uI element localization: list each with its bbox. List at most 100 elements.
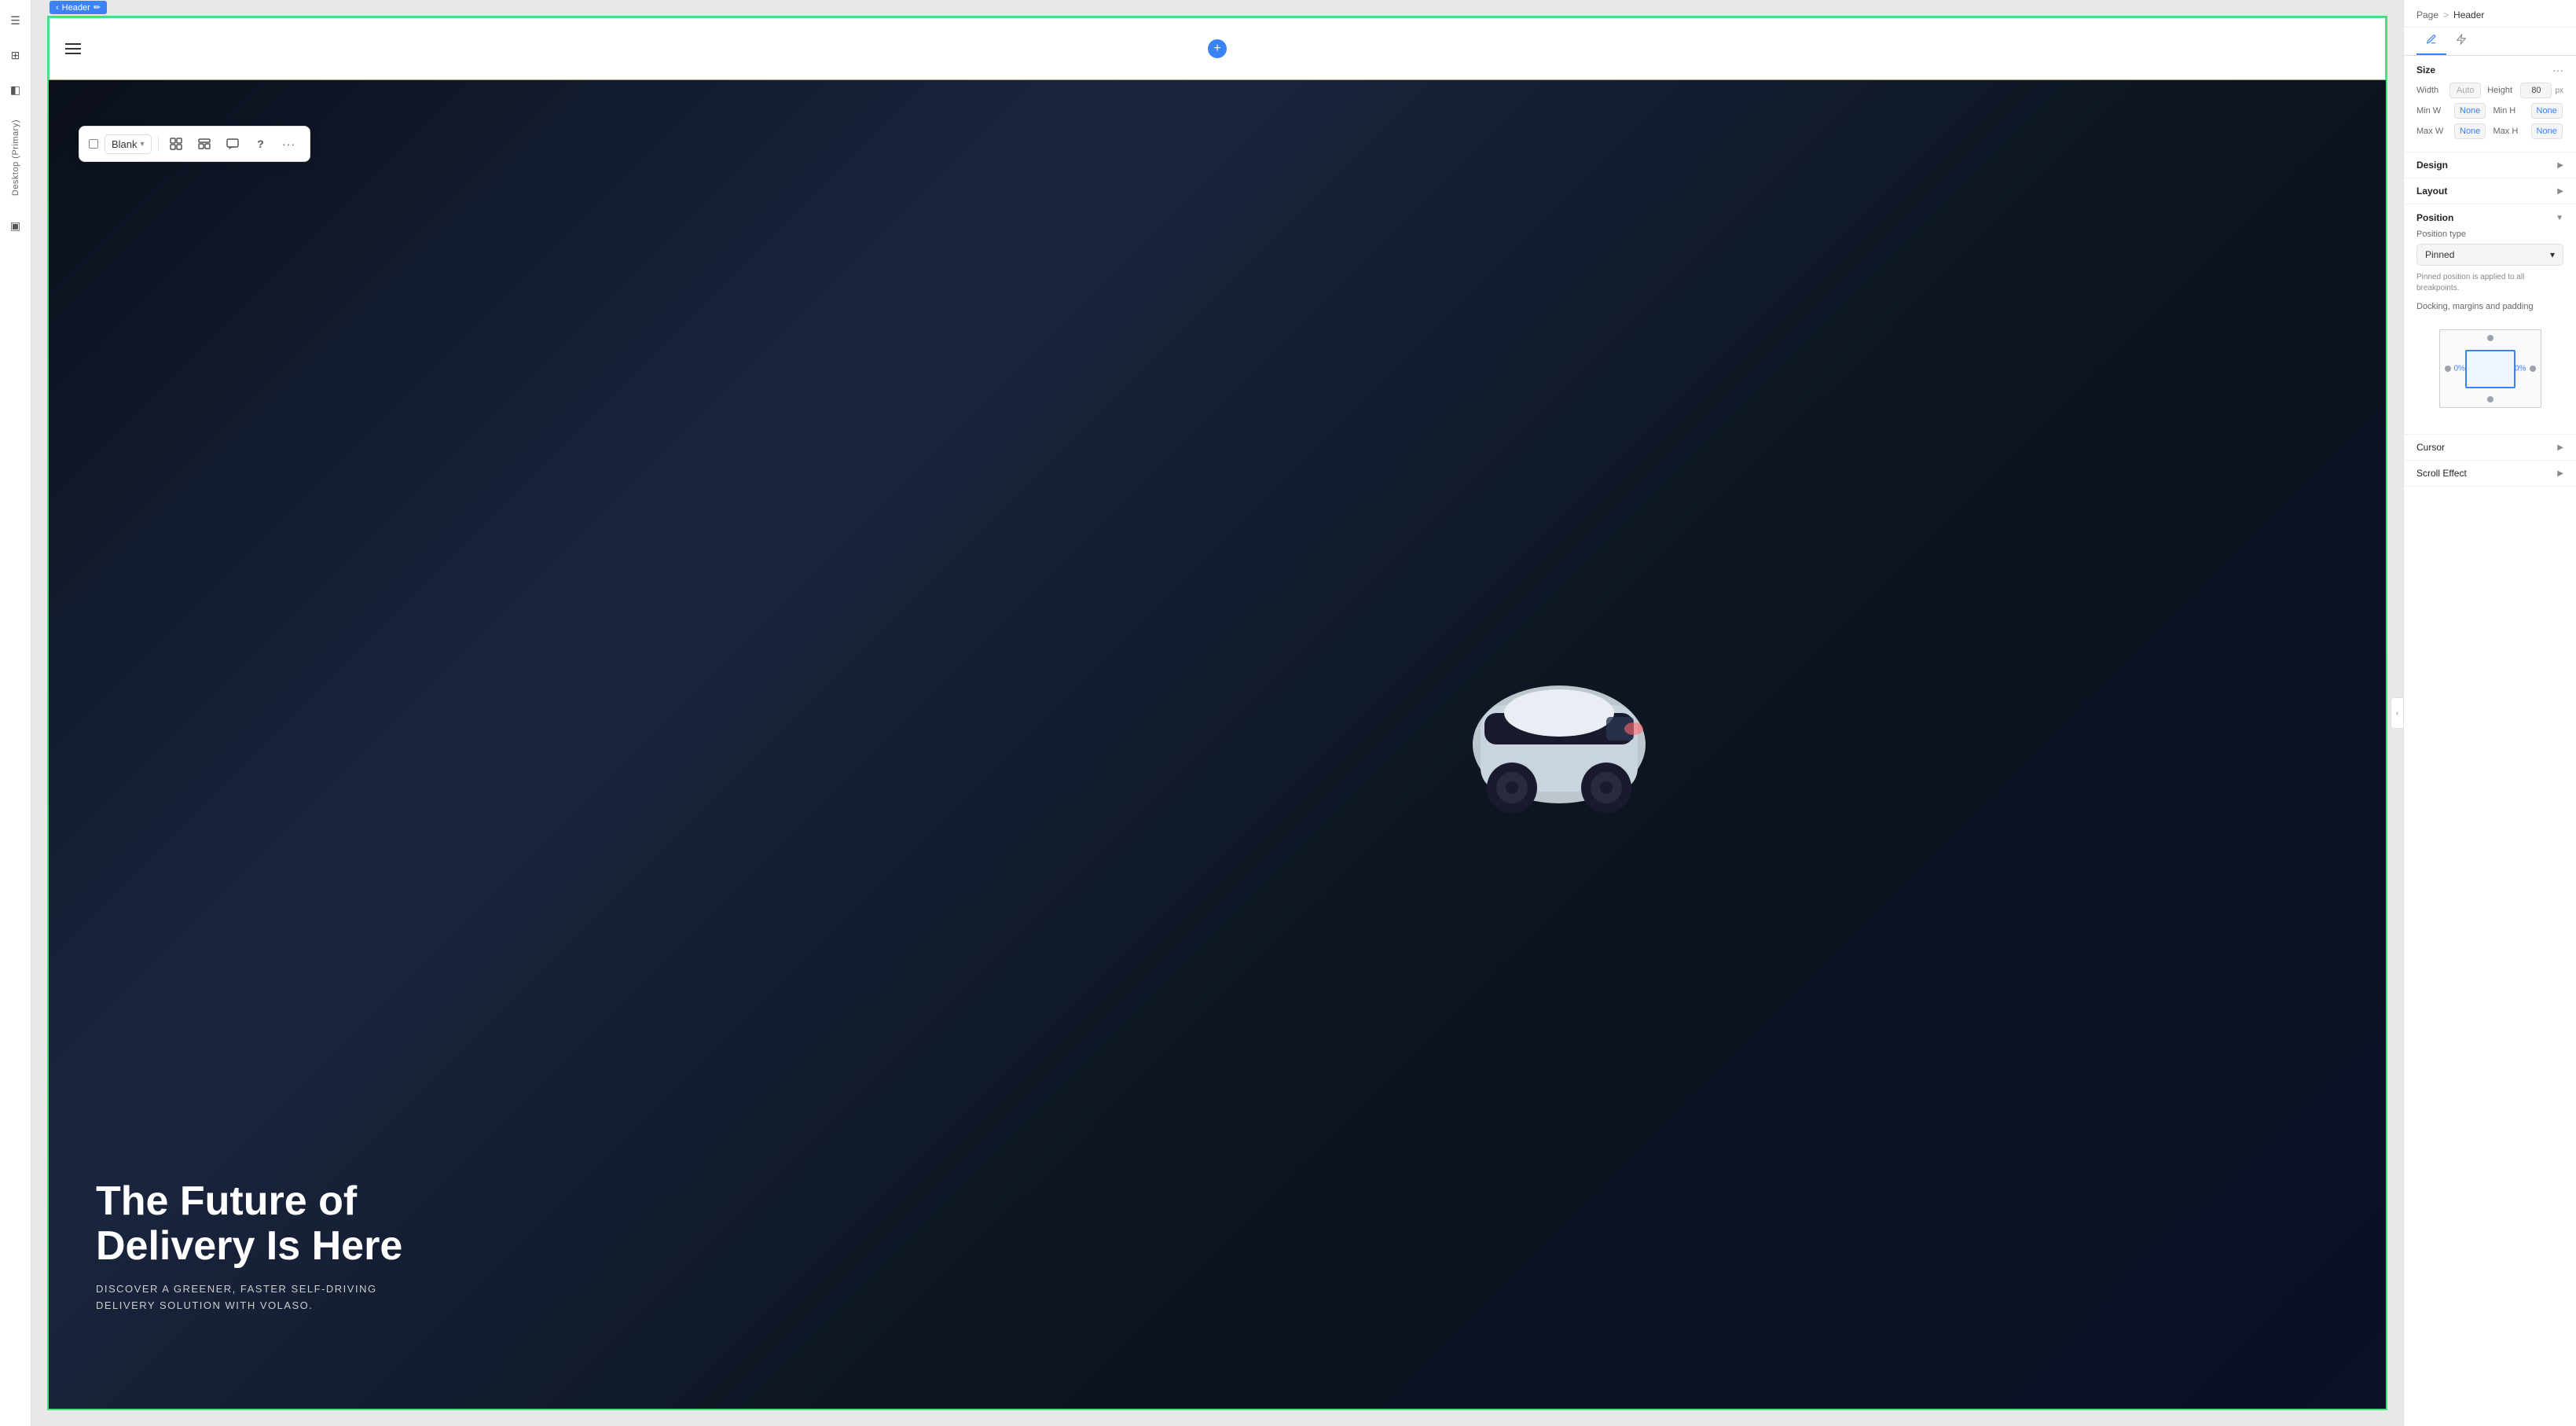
size-section: Size ··· Width Auto Height 80 px Min W N… <box>2404 56 2576 153</box>
position-type-label: Position type <box>2416 230 2563 239</box>
header-edit-icon: ✏ <box>94 2 101 13</box>
blank-selector[interactable]: Blank ▾ <box>105 134 152 154</box>
min-w-input[interactable]: None <box>2454 103 2487 119</box>
docking-label: Docking, margins and padding <box>2416 302 2563 311</box>
blank-label: Blank <box>112 138 138 150</box>
menu-icon[interactable]: ☰ <box>5 9 27 31</box>
max-row: Max W None Max H None <box>2416 123 2563 139</box>
width-input[interactable]: Auto <box>2449 83 2481 98</box>
left-sidebar: ☰ ⊞ ◧ Desktop (Primary) ▣ <box>0 0 31 1426</box>
docking-inner-box[interactable] <box>2465 350 2515 388</box>
hero-robot-image <box>1433 634 1685 854</box>
dock-handle-right[interactable] <box>2530 366 2536 372</box>
grid-icon[interactable] <box>165 133 187 155</box>
scroll-effect-label: Scroll Effect <box>2416 468 2467 479</box>
width-value: Auto <box>2449 83 2481 98</box>
header-badge-label: Header <box>62 3 90 13</box>
pinned-note: Pinned position is applied to all breakp… <box>2416 272 2563 294</box>
position-chevron: ▾ <box>2550 249 2555 260</box>
hero-background: The Future of Delivery Is Here DISCOVER … <box>49 80 2386 1409</box>
hamburger-menu[interactable] <box>65 43 81 54</box>
min-w-value: None <box>2454 103 2486 119</box>
hero-title: The Future of Delivery Is Here <box>96 1179 402 1269</box>
width-height-row: Width Auto Height 80 px <box>2416 83 2563 98</box>
design-label: Design <box>2416 160 2448 171</box>
height-unit: px <box>2555 86 2563 95</box>
header-back-arrow: ‹ <box>56 3 59 13</box>
more-options-icon[interactable]: ··· <box>278 133 300 155</box>
cursor-row[interactable]: Cursor ▶ <box>2404 435 2576 461</box>
layout-arrow: ▶ <box>2557 187 2563 196</box>
dock-handle-left[interactable] <box>2445 366 2451 372</box>
min-row: Min W None Min H None <box>2416 103 2563 119</box>
tab-design[interactable] <box>2416 28 2446 55</box>
max-h-label: Max H <box>2493 127 2525 136</box>
docking-outer-box: 0% 0% <box>2439 329 2541 408</box>
scroll-effect-arrow: ▶ <box>2557 469 2563 478</box>
layout-row[interactable]: Layout ▶ <box>2404 178 2576 204</box>
canvas-area: Blank ▾ ? <box>31 0 2403 1426</box>
dock-left-value: 0% <box>2454 365 2465 373</box>
dock-handle-bottom[interactable] <box>2487 396 2493 402</box>
max-h-input[interactable]: None <box>2531 123 2564 139</box>
breadcrumb-current: Header <box>2453 9 2484 20</box>
max-w-input[interactable]: None <box>2454 123 2487 139</box>
toolbar-popup: Blank ▾ ? <box>79 126 310 162</box>
position-type-dropdown[interactable]: Pinned ▾ <box>2416 244 2563 266</box>
pages-icon[interactable]: ⊞ <box>5 44 27 66</box>
hero-subtitle: DISCOVER A GREENER, FASTER SELF-DRIVING … <box>96 1281 402 1314</box>
blank-checkbox[interactable] <box>89 139 98 149</box>
hero-subtitle-line2: DELIVERY SOLUTION WITH VOLASO. <box>96 1298 402 1314</box>
desktop-label: Desktop (Primary) <box>11 119 20 196</box>
min-w-label: Min W <box>2416 106 2448 116</box>
cursor-label: Cursor <box>2416 442 2445 453</box>
device-icon[interactable]: ▣ <box>5 215 27 237</box>
height-input[interactable]: 80 px <box>2520 83 2563 98</box>
position-arrow[interactable]: ▼ <box>2556 214 2563 222</box>
max-w-value: None <box>2454 123 2486 139</box>
header-element[interactable]: ‹ Header ✏ + <box>49 17 2386 80</box>
design-row[interactable]: Design ▶ <box>2404 153 2576 178</box>
breadcrumb-page[interactable]: Page <box>2416 9 2438 20</box>
header-badge[interactable]: ‹ Header ✏ <box>50 1 107 14</box>
canvas-frame: ‹ Header ✏ + <box>47 16 2387 1410</box>
blank-chevron: ▾ <box>141 140 145 149</box>
chat-icon[interactable] <box>222 133 244 155</box>
breadcrumb: Page > Header <box>2404 0 2576 28</box>
position-section: Position ▼ Position type Pinned ▾ Pinned… <box>2404 204 2576 435</box>
tab-lightning[interactable] <box>2446 28 2476 55</box>
size-title: Size <box>2416 64 2435 75</box>
more-text: ··· <box>282 138 295 150</box>
min-h-value: None <box>2531 103 2563 119</box>
layers-icon[interactable]: ◧ <box>5 79 27 101</box>
dock-handle-top[interactable] <box>2487 335 2493 341</box>
docking-box: 0% 0% <box>2427 318 2553 420</box>
help-text: ? <box>257 138 264 150</box>
right-panel: Page > Header Size ··· Width Auto Height… <box>2403 0 2576 1426</box>
min-h-label: Min H <box>2493 106 2525 116</box>
toolbar-separator <box>158 136 159 152</box>
cursor-arrow: ▶ <box>2557 443 2563 452</box>
max-w-label: Max W <box>2416 127 2448 136</box>
panel-collapse-button[interactable]: ‹ <box>2391 697 2403 729</box>
design-arrow: ▶ <box>2557 161 2563 170</box>
min-h-input[interactable]: None <box>2531 103 2564 119</box>
hero-subtitle-line1: DISCOVER A GREENER, FASTER SELF-DRIVING <box>96 1281 402 1298</box>
position-type-value: Pinned <box>2425 249 2454 260</box>
width-label: Width <box>2416 86 2443 95</box>
position-section-header: Position ▼ <box>2416 212 2563 223</box>
dock-right-value: 0% <box>2515 365 2526 373</box>
max-h-value: None <box>2531 123 2563 139</box>
layout-label: Layout <box>2416 186 2447 197</box>
layout-icon[interactable] <box>193 133 215 155</box>
height-label: Height <box>2487 86 2514 95</box>
hero-title-line1: The Future of <box>96 1179 402 1224</box>
hero-title-line2: Delivery Is Here <box>96 1224 402 1269</box>
size-more-icon[interactable]: ··· <box>2552 64 2563 76</box>
add-center-button[interactable]: + <box>1208 39 1227 58</box>
help-icon[interactable]: ? <box>250 133 272 155</box>
hero-text-block: The Future of Delivery Is Here DISCOVER … <box>96 1179 402 1314</box>
panel-tabs <box>2404 28 2576 56</box>
scroll-effect-row[interactable]: Scroll Effect ▶ <box>2404 461 2576 487</box>
height-value: 80 <box>2520 83 2552 98</box>
